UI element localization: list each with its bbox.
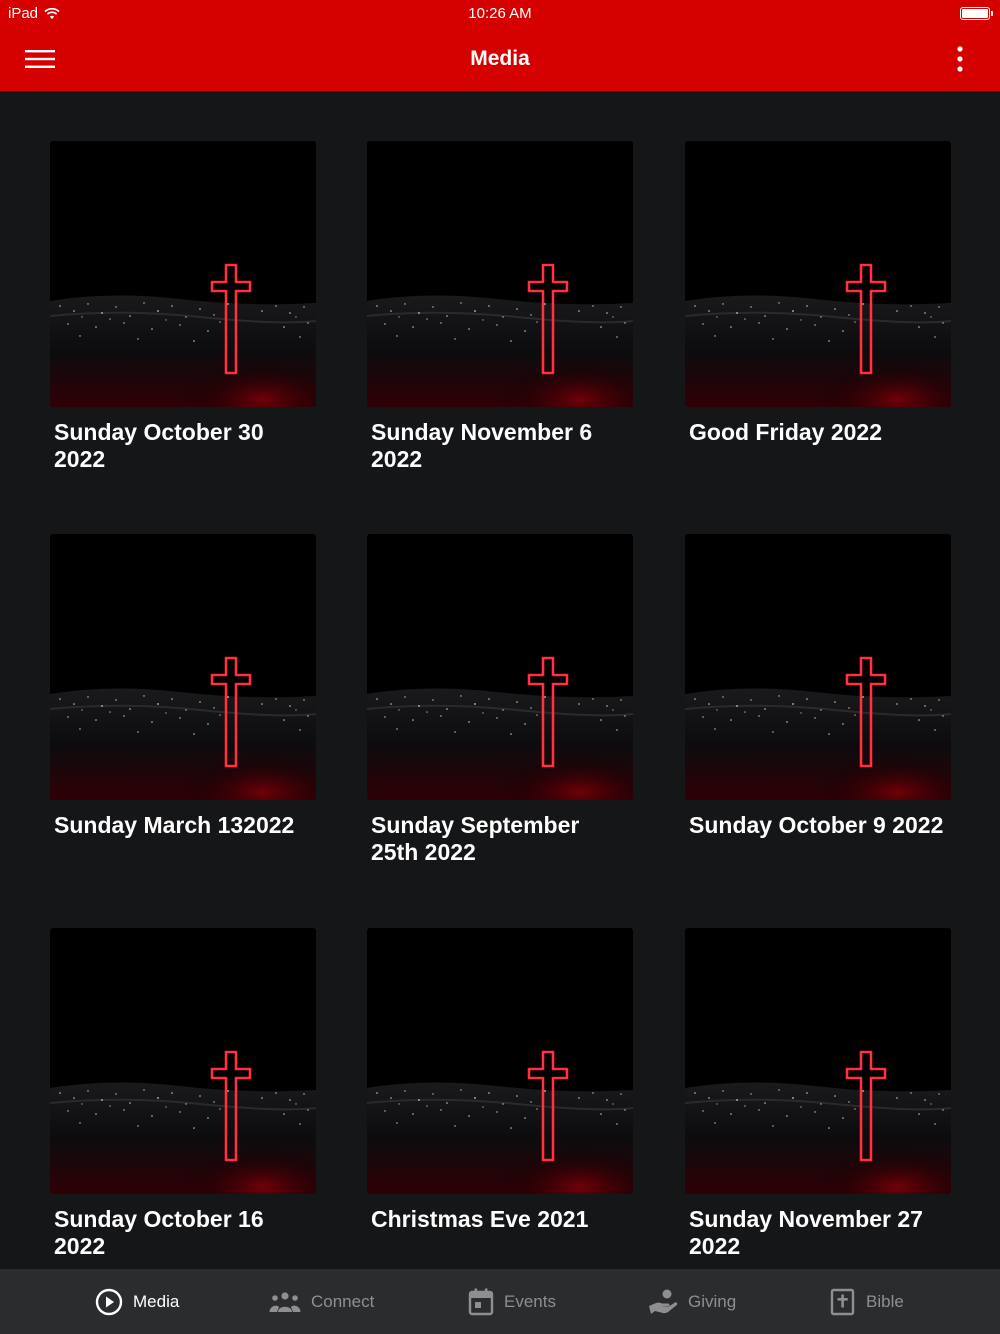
media-thumbnail bbox=[685, 928, 951, 1194]
tab-label: Bible bbox=[866, 1291, 904, 1311]
tab-label: Giving bbox=[688, 1291, 737, 1311]
play-circle-icon bbox=[95, 1288, 123, 1315]
media-thumbnail bbox=[367, 534, 633, 800]
page-title: Media bbox=[470, 47, 530, 70]
media-title: Sunday November 6 2022 bbox=[371, 419, 593, 472]
bible-icon bbox=[830, 1288, 855, 1315]
media-item[interactable]: Sunday September 25th 2022 bbox=[367, 534, 633, 866]
media-thumbnail bbox=[50, 534, 316, 800]
tab-label: Connect bbox=[311, 1291, 375, 1311]
media-thumbnail bbox=[50, 928, 316, 1194]
media-item[interactable]: Sunday October 30 2022 bbox=[50, 141, 316, 473]
media-item[interactable]: Good Friday 2022 bbox=[685, 141, 951, 446]
battery-icon bbox=[960, 7, 993, 20]
media-title: Christmas Eve 2021 bbox=[371, 1206, 589, 1232]
calendar-icon bbox=[468, 1288, 494, 1315]
media-grid: Sunday October 30 2022 Sunday November 6… bbox=[0, 91, 1000, 1269]
tab-events[interactable]: Events bbox=[468, 1269, 556, 1334]
media-thumbnail bbox=[50, 141, 316, 407]
more-options-button[interactable] bbox=[948, 43, 972, 75]
media-thumbnail bbox=[685, 534, 951, 800]
tab-bible[interactable]: Bible bbox=[830, 1269, 904, 1334]
tab-label: Events bbox=[504, 1291, 556, 1311]
media-item[interactable]: Sunday October 16 2022 bbox=[50, 928, 316, 1260]
media-title: Good Friday 2022 bbox=[689, 419, 883, 445]
status-bar: iPad 10:26 AM bbox=[0, 0, 1000, 28]
media-title: Sunday November 27 2022 bbox=[689, 1206, 923, 1259]
media-title: Sunday September 25th 2022 bbox=[371, 812, 580, 865]
media-item[interactable]: Christmas Eve 2021 bbox=[367, 928, 633, 1233]
media-title: Sunday October 16 2022 bbox=[54, 1206, 264, 1259]
media-title: Sunday October 30 2022 bbox=[54, 419, 264, 472]
media-thumbnail bbox=[367, 928, 633, 1194]
media-title: Sunday October 9 2022 bbox=[689, 812, 944, 838]
tab-label: Media bbox=[133, 1291, 180, 1311]
media-item[interactable]: Sunday October 9 2022 bbox=[685, 534, 951, 839]
people-icon bbox=[269, 1291, 301, 1312]
media-thumbnail bbox=[367, 141, 633, 407]
giving-hand-icon bbox=[649, 1289, 678, 1314]
bottom-tab-bar: Media Connect Events Giving Bible bbox=[0, 1269, 1000, 1334]
media-thumbnail bbox=[685, 141, 951, 407]
media-item[interactable]: Sunday November 6 2022 bbox=[367, 141, 633, 473]
status-time: 10:26 AM bbox=[468, 5, 532, 22]
media-title: Sunday March 132022 bbox=[54, 812, 295, 838]
app-bar: Media bbox=[0, 28, 1000, 91]
more-vertical-icon bbox=[957, 46, 963, 72]
media-item[interactable]: Sunday March 132022 bbox=[50, 534, 316, 839]
tab-media[interactable]: Media bbox=[95, 1269, 179, 1334]
tab-connect[interactable]: Connect bbox=[269, 1269, 374, 1334]
tab-giving[interactable]: Giving bbox=[648, 1269, 736, 1334]
media-item[interactable]: Sunday November 27 2022 bbox=[685, 928, 951, 1260]
